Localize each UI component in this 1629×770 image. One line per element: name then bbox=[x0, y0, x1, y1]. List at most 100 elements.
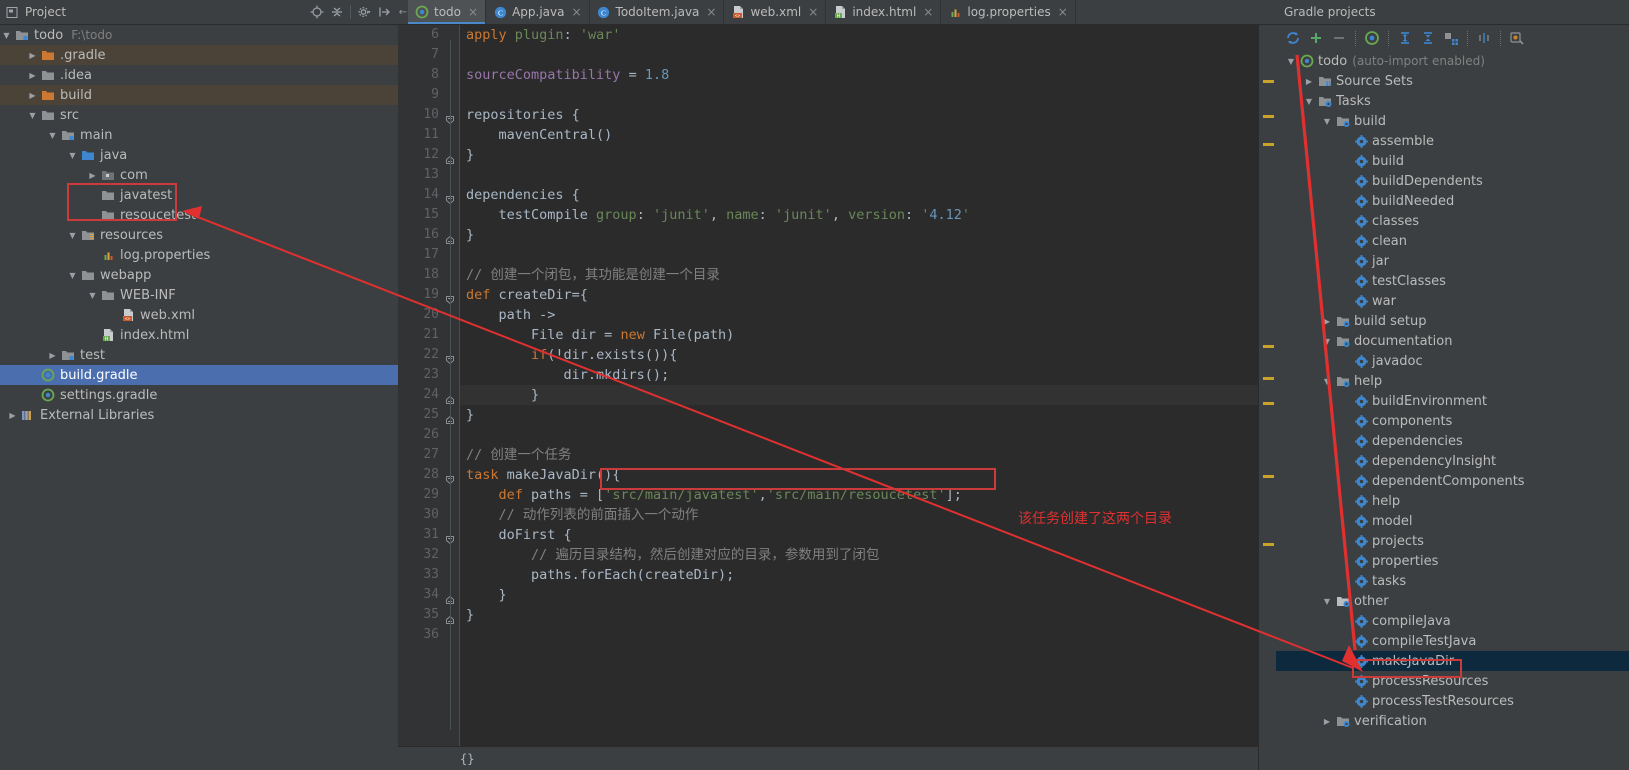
locate-target-icon[interactable] bbox=[307, 2, 327, 22]
gradle-tree-row[interactable]: compileTestJava bbox=[1276, 631, 1629, 651]
gradle-tree-row[interactable]: ▼ todo (auto-import enabled) bbox=[1276, 51, 1629, 71]
gradle-tree-row[interactable]: tasks bbox=[1276, 571, 1629, 591]
gradle-tree-row[interactable]: ▼ documentation bbox=[1276, 331, 1629, 351]
code-line[interactable] bbox=[466, 425, 1258, 445]
code-line[interactable]: } bbox=[466, 225, 1258, 245]
gradle-tree-row[interactable]: buildDependents bbox=[1276, 171, 1629, 191]
chevron-right-icon[interactable]: ▶ bbox=[26, 65, 39, 85]
editor-marker[interactable] bbox=[1263, 80, 1274, 83]
code-line[interactable] bbox=[466, 165, 1258, 185]
chevron-down-icon[interactable]: ▼ bbox=[0, 25, 13, 45]
code-line[interactable]: dependencies { bbox=[466, 185, 1258, 205]
gradle-tree-row[interactable]: properties bbox=[1276, 551, 1629, 571]
editor-marker[interactable] bbox=[1263, 115, 1274, 118]
chevron-right-icon[interactable]: ▶ bbox=[26, 45, 39, 65]
editor-tab[interactable]: log.properties × bbox=[941, 0, 1076, 24]
chevron-down-icon[interactable]: ▼ bbox=[1320, 117, 1334, 126]
gradle-settings-icon[interactable] bbox=[1506, 27, 1528, 49]
gradle-tree-row[interactable]: dependencies bbox=[1276, 431, 1629, 451]
code-folding-strip[interactable] bbox=[443, 25, 460, 770]
gradle-tree-row[interactable]: ▼ other bbox=[1276, 591, 1629, 611]
tree-row[interactable]: ▼ src bbox=[0, 105, 398, 125]
gradle-tree-row[interactable]: compileJava bbox=[1276, 611, 1629, 631]
gradle-tree-row[interactable]: ▶ verification bbox=[1276, 711, 1629, 731]
close-icon[interactable]: × bbox=[468, 5, 478, 19]
code-line[interactable]: testCompile group: 'junit', name: 'junit… bbox=[466, 205, 1258, 225]
gradle-tree-row[interactable]: model bbox=[1276, 511, 1629, 531]
editor-marker[interactable] bbox=[1263, 143, 1274, 146]
chevron-down-icon[interactable]: ▼ bbox=[46, 125, 59, 145]
project-tree[interactable]: ▼ todo F:\todo ▶ .gradle ▶ .idea ▶ build ▼ src ▼ mai… bbox=[0, 25, 398, 425]
editor-tab[interactable]: <> web.xml × bbox=[724, 0, 827, 24]
tree-row[interactable]: settings.gradle bbox=[0, 385, 398, 405]
add-icon[interactable] bbox=[1305, 27, 1327, 49]
chevron-right-icon[interactable]: ▶ bbox=[86, 165, 99, 185]
code-line[interactable]: // 创建一个任务 bbox=[466, 445, 1258, 465]
code-line[interactable]: path -> bbox=[466, 305, 1258, 325]
editor-marker[interactable] bbox=[1263, 345, 1274, 348]
chevron-down-icon[interactable]: ▼ bbox=[66, 145, 79, 165]
gradle-tree-row[interactable]: build bbox=[1276, 151, 1629, 171]
chevron-down-icon[interactable]: ▼ bbox=[66, 225, 79, 245]
chevron-down-icon[interactable]: ▼ bbox=[1320, 377, 1334, 386]
collapse-all-icon[interactable] bbox=[327, 2, 347, 22]
gradle-tree-row[interactable]: ▼ Tasks bbox=[1276, 91, 1629, 111]
gradle-tree-row[interactable]: ▼ build bbox=[1276, 111, 1629, 131]
editor-marker-scrollbar[interactable] bbox=[1258, 25, 1276, 770]
gradle-tree-row[interactable]: processTestResources bbox=[1276, 691, 1629, 711]
execute-gradle-task-icon[interactable] bbox=[1361, 27, 1383, 49]
refresh-icon[interactable] bbox=[1282, 27, 1304, 49]
code-line[interactable]: def createDir={ bbox=[466, 285, 1258, 305]
collapse-all-icon[interactable] bbox=[1417, 27, 1439, 49]
chevron-down-icon[interactable]: ▼ bbox=[1284, 57, 1298, 66]
tree-row[interactable]: ▼ java bbox=[0, 145, 398, 165]
chevron-right-icon[interactable]: ▶ bbox=[26, 85, 39, 105]
tree-row[interactable]: ▼ resources bbox=[0, 225, 398, 245]
gradle-tree-row[interactable]: help bbox=[1276, 491, 1629, 511]
tree-row[interactable]: ▶ .idea bbox=[0, 65, 398, 85]
editor-marker[interactable] bbox=[1263, 475, 1274, 478]
gradle-tree-row[interactable]: ▶ Source Sets bbox=[1276, 71, 1629, 91]
gradle-tree-row[interactable]: buildNeeded bbox=[1276, 191, 1629, 211]
chevron-down-icon[interactable]: ▼ bbox=[1320, 597, 1334, 606]
gradle-tree-row[interactable]: jar bbox=[1276, 251, 1629, 271]
chevron-right-icon[interactable]: ▶ bbox=[6, 405, 19, 425]
tree-row[interactable]: log.properties bbox=[0, 245, 398, 265]
tree-row[interactable]: ▶ com bbox=[0, 165, 398, 185]
tree-row[interactable]: ▶ build bbox=[0, 85, 398, 105]
gradle-tree-row[interactable]: testClasses bbox=[1276, 271, 1629, 291]
close-icon[interactable]: × bbox=[808, 5, 818, 19]
close-icon[interactable]: × bbox=[706, 5, 716, 19]
remove-icon[interactable] bbox=[1328, 27, 1350, 49]
chevron-down-icon[interactable]: ▼ bbox=[66, 265, 79, 285]
chevron-down-icon[interactable]: ▼ bbox=[86, 285, 99, 305]
code-line[interactable]: } bbox=[466, 605, 1258, 625]
tree-row[interactable]: ▼ main bbox=[0, 125, 398, 145]
tab-scroll-left-icon[interactable]: ← bbox=[398, 0, 408, 24]
chevron-down-icon[interactable]: ▼ bbox=[1320, 337, 1334, 346]
gradle-tree-row[interactable]: dependentComponents bbox=[1276, 471, 1629, 491]
chevron-right-icon[interactable]: ▶ bbox=[1302, 77, 1316, 86]
gradle-tree-row[interactable]: dependencyInsight bbox=[1276, 451, 1629, 471]
code-line[interactable] bbox=[466, 625, 1258, 645]
tree-row[interactable]: Hindex.html bbox=[0, 325, 398, 345]
editor-tab[interactable]: C App.java × bbox=[486, 0, 590, 24]
hide-panel-icon[interactable] bbox=[374, 2, 394, 22]
tree-row[interactable]: resoucetest bbox=[0, 205, 398, 225]
close-icon[interactable]: × bbox=[923, 5, 933, 19]
code-line[interactable]: task makeJavaDir(){ bbox=[466, 465, 1258, 485]
chevron-right-icon[interactable]: ▶ bbox=[1320, 717, 1334, 726]
editor-tab[interactable]: Hindex.html × bbox=[826, 0, 942, 24]
gradle-tree-row[interactable]: clean bbox=[1276, 231, 1629, 251]
code-line[interactable]: mavenCentral() bbox=[466, 125, 1258, 145]
code-editor[interactable]: 6 7 8 9 10 11 12 13 14 15 16 17 18 19 20 21 22 23 24 25 26 27… bbox=[398, 25, 1276, 770]
code-text[interactable]: apply plugin: 'war' sourceCompatibility =… bbox=[460, 25, 1258, 770]
tree-row-root[interactable]: ▼ todo F:\todo bbox=[0, 25, 398, 45]
tree-row[interactable]: build.gradle bbox=[0, 365, 398, 385]
gradle-tree-row-selected[interactable]: makeJavaDir bbox=[1276, 651, 1629, 671]
expand-all-icon[interactable] bbox=[1394, 27, 1416, 49]
code-line[interactable]: sourceCompatibility = 1.8 bbox=[466, 65, 1258, 85]
gradle-tree-row[interactable]: ▼ help bbox=[1276, 371, 1629, 391]
close-icon[interactable]: × bbox=[571, 5, 581, 19]
gradle-tasks-tree[interactable]: ▼ todo (auto-import enabled) ▶ Source Sets ▼ T… bbox=[1276, 51, 1629, 770]
